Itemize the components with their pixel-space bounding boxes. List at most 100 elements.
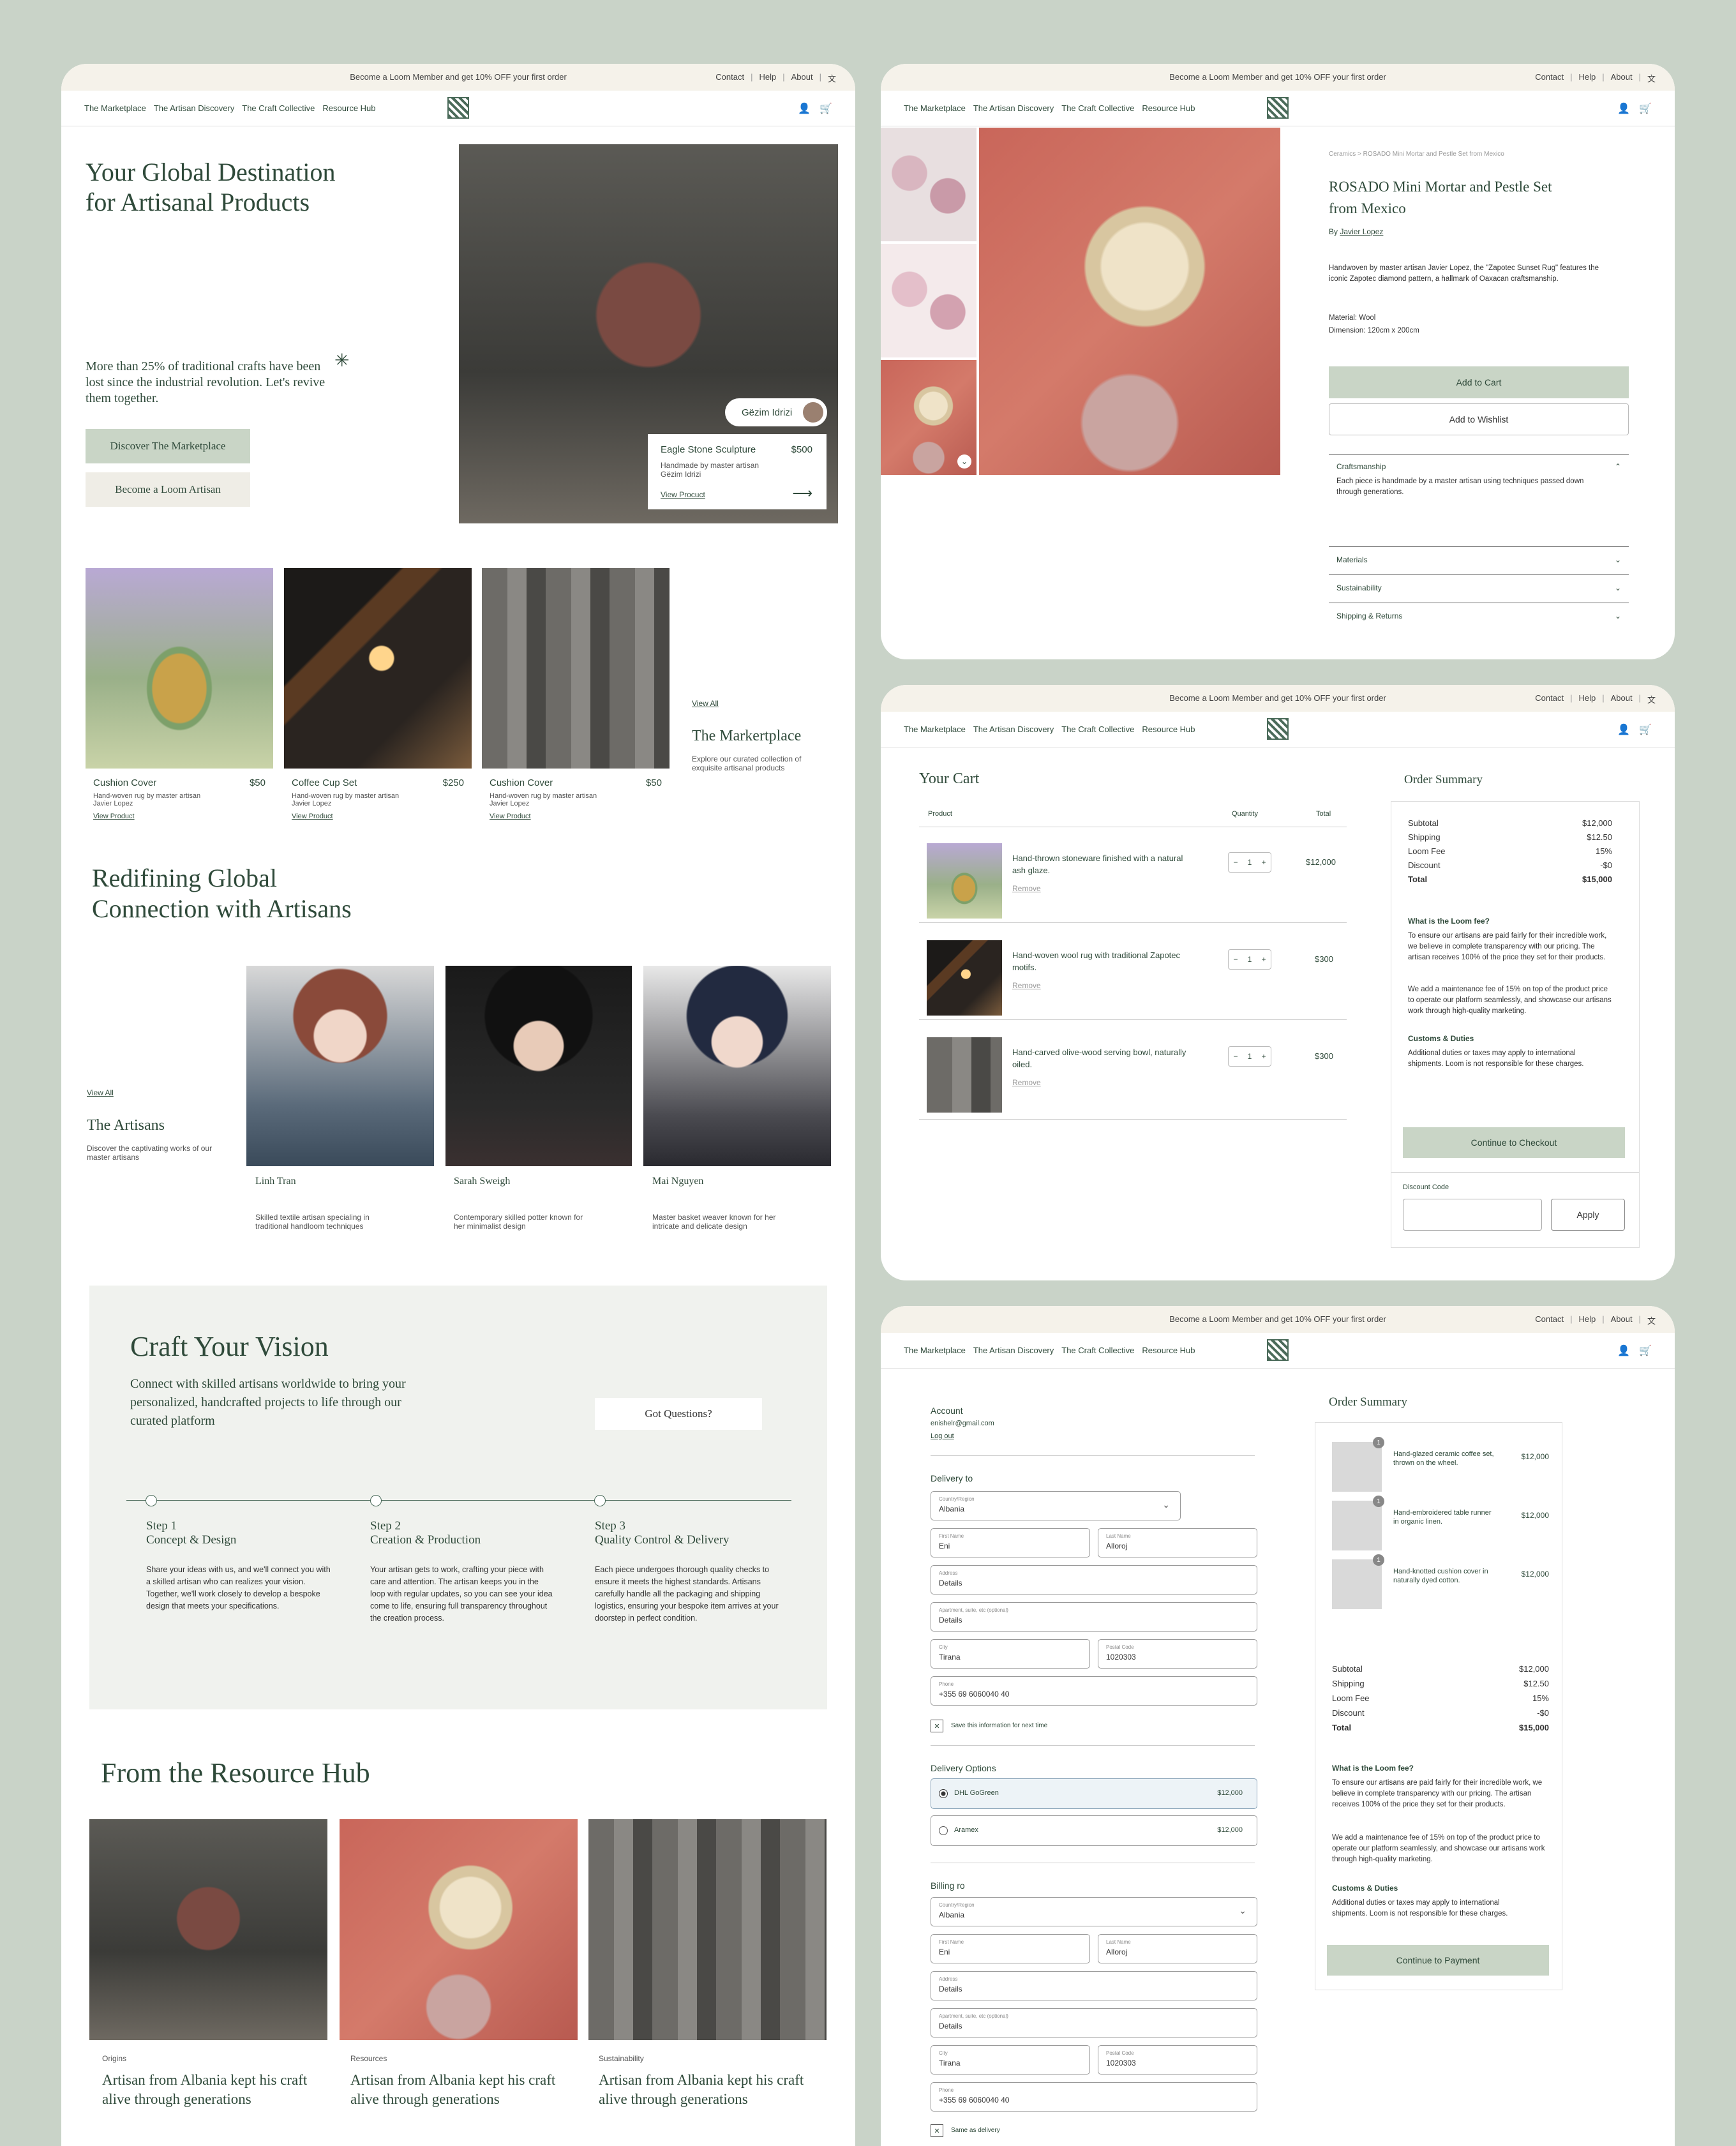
nav-craft-collective[interactable]: The Craft Collective	[1061, 103, 1134, 113]
plus-icon[interactable]: +	[1261, 1052, 1266, 1061]
user-icon[interactable]: 👤	[1617, 723, 1630, 736]
plus-icon[interactable]: +	[1261, 858, 1266, 867]
add-to-cart-button[interactable]: Add to Cart	[1329, 366, 1629, 398]
loom-logo[interactable]	[447, 97, 469, 119]
cart-item-image[interactable]	[927, 940, 1002, 1016]
featured-product-card[interactable]: Eagle Stone Sculpture $500 Handmade by m…	[648, 434, 827, 509]
author-link[interactable]: Javier Lopez	[1340, 227, 1383, 236]
billing-country-select[interactable]: Country/Region Albania ⌄	[931, 1897, 1257, 1926]
billing-first-name-field[interactable]: First Name Eni	[931, 1934, 1090, 1963]
nav-resource-hub[interactable]: Resource Hub	[1142, 724, 1195, 734]
cart-item-image[interactable]	[927, 843, 1002, 919]
arrow-right-icon[interactable]: ⟶	[792, 485, 812, 502]
nav-craft-collective[interactable]: The Craft Collective	[1061, 1346, 1134, 1355]
quantity-stepper[interactable]: −1 +	[1228, 852, 1271, 873]
nav-marketplace[interactable]: The Marketplace	[84, 103, 146, 113]
quantity-stepper[interactable]: −1 +	[1228, 1046, 1271, 1067]
language-icon[interactable]: 文	[1647, 693, 1656, 705]
become-artisan-button[interactable]: Become a Loom Artisan	[86, 472, 250, 507]
billing-address-field[interactable]: Address Details	[931, 1971, 1257, 2000]
nav-artisan-discovery[interactable]: The Artisan Discovery	[973, 1346, 1054, 1355]
apartment-field[interactable]: Apartment, suite, etc (optional) Details	[931, 1602, 1257, 1632]
billing-apartment-field[interactable]: Apartment, suite, etc (optional) Details	[931, 2008, 1257, 2037]
accordion-sustainability[interactable]: Sustainability ⌄	[1336, 583, 1621, 592]
artisans-view-all[interactable]: View All	[87, 1088, 114, 1097]
loom-logo[interactable]	[1267, 718, 1289, 740]
apply-button[interactable]: Apply	[1551, 1199, 1625, 1231]
about-link[interactable]: About	[1611, 693, 1633, 705]
plus-icon[interactable]: +	[1261, 955, 1266, 964]
help-link[interactable]: Help	[1578, 1314, 1596, 1326]
cart-icon[interactable]: 🛒	[819, 102, 832, 115]
nav-artisan-discovery[interactable]: The Artisan Discovery	[973, 724, 1054, 734]
address-field[interactable]: Address Details	[931, 1565, 1257, 1594]
about-link[interactable]: About	[791, 72, 813, 84]
nav-craft-collective[interactable]: The Craft Collective	[1061, 724, 1134, 734]
artisan-portrait[interactable]	[246, 966, 434, 1166]
nav-artisan-discovery[interactable]: The Artisan Discovery	[973, 103, 1054, 113]
got-questions-button[interactable]: Got Questions?	[595, 1398, 762, 1430]
product-image[interactable]	[86, 568, 273, 769]
remove-link[interactable]: Remove	[1012, 981, 1041, 990]
article-image[interactable]	[89, 1819, 327, 2040]
billing-phone-field[interactable]: Phone +355 69 6060040 40	[931, 2082, 1257, 2112]
breadcrumb[interactable]: Ceramics > ROSADO Mini Mortar and Pestle…	[1329, 151, 1504, 158]
cart-icon[interactable]: 🛒	[1639, 1344, 1652, 1357]
about-link[interactable]: About	[1611, 72, 1633, 84]
continue-payment-button[interactable]: Continue to Payment	[1327, 1945, 1549, 1976]
billing-city-field[interactable]: City Tirana	[931, 2045, 1090, 2075]
continue-checkout-button[interactable]: Continue to Checkout	[1403, 1127, 1625, 1158]
artisan-tag[interactable]: Gëzim Idrizi	[725, 398, 827, 426]
article-card[interactable]: Sustainability Artisan from Albania kept…	[599, 2054, 809, 2109]
loom-logo[interactable]	[1267, 1339, 1289, 1361]
marketplace-view-all[interactable]: View All	[692, 699, 719, 708]
nav-resource-hub[interactable]: Resource Hub	[1142, 103, 1195, 113]
remove-link[interactable]: Remove	[1012, 884, 1041, 893]
contact-link[interactable]: Contact	[715, 72, 744, 84]
user-icon[interactable]: 👤	[1617, 102, 1630, 115]
chevron-up-icon[interactable]: ⌃	[1615, 462, 1621, 471]
nav-marketplace[interactable]: The Marketplace	[904, 1346, 966, 1355]
same-as-delivery-checkbox[interactable]: ✕	[931, 2124, 943, 2137]
artisan-portrait[interactable]	[643, 966, 831, 1166]
contact-link[interactable]: Contact	[1535, 693, 1564, 705]
article-card[interactable]: Resources Artisan from Albania kept his …	[350, 2054, 561, 2109]
minus-icon[interactable]: −	[1234, 955, 1238, 964]
artisan-portrait[interactable]	[445, 966, 632, 1166]
craftsmanship-accordion[interactable]: Craftsmanship ⌃ Each piece is handmade by…	[1336, 462, 1621, 498]
city-field[interactable]: City Tirana	[931, 1639, 1090, 1669]
help-link[interactable]: Help	[1578, 693, 1596, 705]
minus-icon[interactable]: −	[1234, 858, 1238, 867]
product-image[interactable]	[482, 568, 670, 769]
delivery-option[interactable]: Aramex $12,000	[931, 1815, 1257, 1846]
language-icon[interactable]: 文	[1647, 1314, 1656, 1326]
nav-marketplace[interactable]: The Marketplace	[904, 724, 966, 734]
help-link[interactable]: Help	[759, 72, 776, 84]
view-product-link[interactable]: View Product	[490, 813, 662, 820]
radio-unselected[interactable]	[939, 1826, 948, 1835]
cart-icon[interactable]: 🛒	[1639, 723, 1652, 736]
remove-link[interactable]: Remove	[1012, 1078, 1041, 1087]
last-name-field[interactable]: Last Name Alloroj	[1098, 1528, 1257, 1557]
chevron-down-icon[interactable]: ⌄	[957, 454, 971, 469]
user-icon[interactable]: 👤	[1617, 1344, 1630, 1357]
postal-code-field[interactable]: Postal Code 1020303	[1098, 1639, 1257, 1669]
thumbnail[interactable]	[881, 244, 976, 357]
accordion-shipping[interactable]: Shipping & Returns ⌄	[1336, 612, 1621, 620]
article-card[interactable]: Origins Artisan from Albania kept his cr…	[102, 2054, 313, 2109]
loom-logo[interactable]	[1267, 97, 1289, 119]
country-select[interactable]: Country/Region Albania ⌄	[931, 1491, 1181, 1520]
nav-marketplace[interactable]: The Marketplace	[904, 103, 966, 113]
contact-link[interactable]: Contact	[1535, 1314, 1564, 1326]
language-icon[interactable]: 文	[828, 72, 836, 84]
billing-last-name-field[interactable]: Last Name Alloroj	[1098, 1934, 1257, 1963]
help-link[interactable]: Help	[1578, 72, 1596, 84]
article-image[interactable]	[340, 1819, 578, 2040]
billing-postal-code-field[interactable]: Postal Code 1020303	[1098, 2045, 1257, 2075]
add-to-wishlist-button[interactable]: Add to Wishlist	[1329, 403, 1629, 435]
first-name-field[interactable]: First Name Eni	[931, 1528, 1090, 1557]
delivery-option[interactable]: DHL GoGreen $12,000	[931, 1778, 1257, 1809]
cart-icon[interactable]: 🛒	[1639, 102, 1652, 115]
accordion-materials[interactable]: Materials ⌄	[1336, 555, 1621, 564]
product-image[interactable]	[284, 568, 472, 769]
